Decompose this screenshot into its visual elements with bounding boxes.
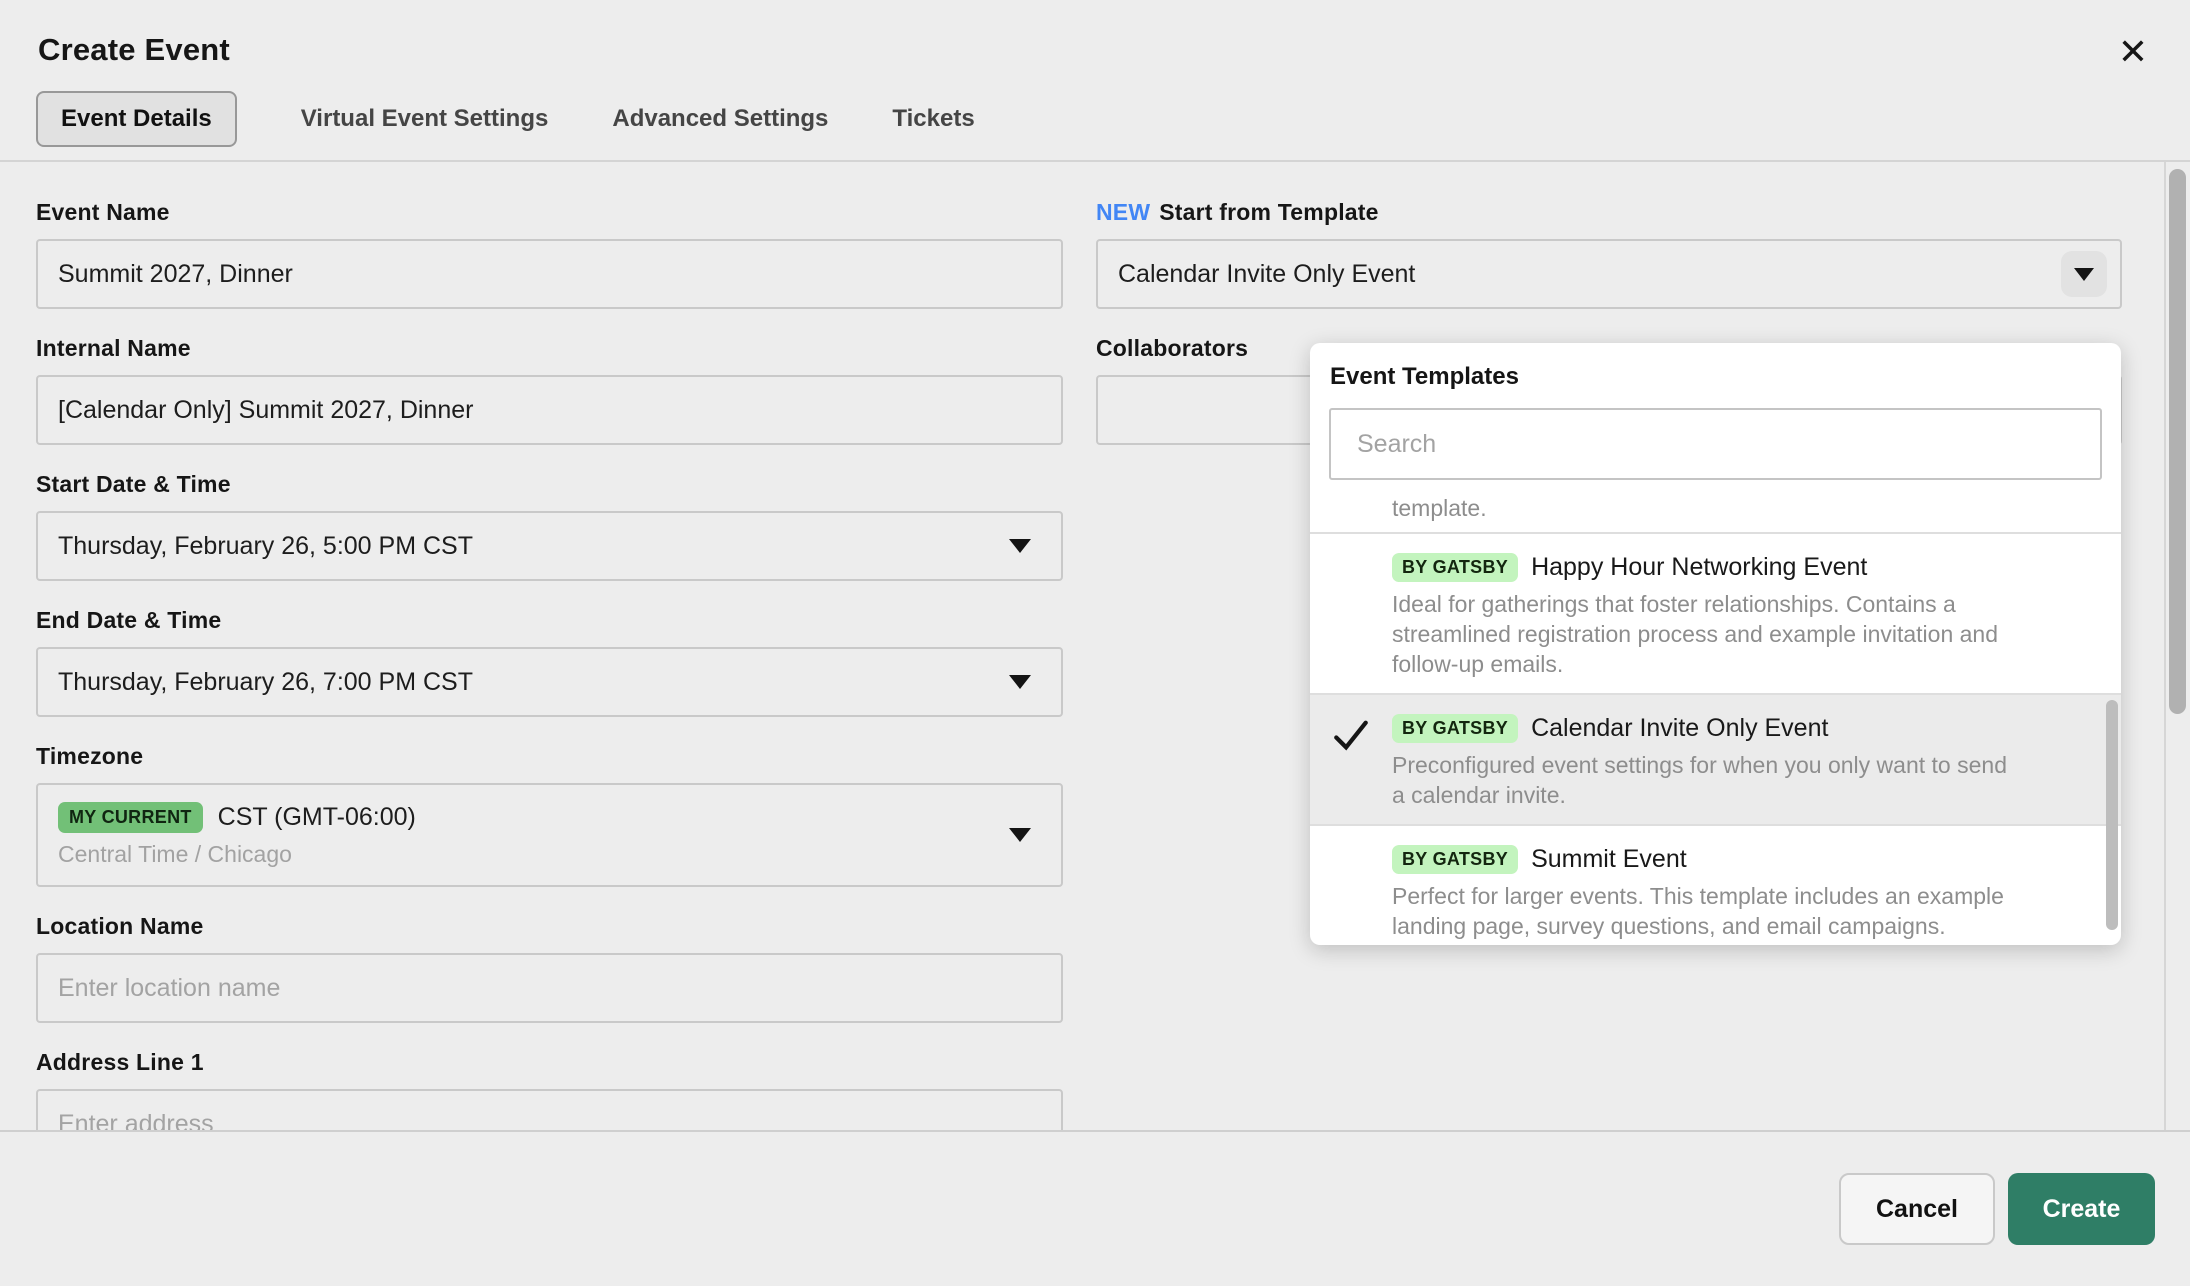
tab-advanced-settings[interactable]: Advanced Settings bbox=[612, 105, 828, 133]
timezone-value: CST (GMT-06:00) bbox=[218, 803, 416, 832]
event-name-input[interactable] bbox=[36, 239, 1063, 309]
internal-name-group: Internal Name bbox=[36, 335, 1063, 445]
modal-footer: Cancel Create bbox=[0, 1130, 2190, 1286]
modal-scrollbar-track[interactable] bbox=[2164, 162, 2190, 1130]
template-list: template. BY GATSBY Happy Hour Networkin… bbox=[1310, 494, 2121, 945]
template-item-summit[interactable]: BY GATSBY Summit Event Perfect for large… bbox=[1310, 824, 2121, 945]
my-current-badge: MY CURRENT bbox=[58, 802, 203, 833]
timezone-subtext: Central Time / Chicago bbox=[58, 841, 292, 868]
internal-name-input[interactable] bbox=[36, 375, 1063, 445]
by-gatsby-badge: BY GATSBY bbox=[1392, 845, 1518, 874]
template-item-description: Perfect for larger events. This template… bbox=[1392, 881, 2025, 941]
close-icon[interactable]: ✕ bbox=[2118, 34, 2148, 70]
template-select-value: Calendar Invite Only Event bbox=[1118, 260, 1415, 289]
popup-scrollbar-thumb[interactable] bbox=[2106, 700, 2118, 930]
tab-virtual-event-settings[interactable]: Virtual Event Settings bbox=[301, 105, 549, 133]
template-item-happy-hour[interactable]: BY GATSBY Happy Hour Networking Event Id… bbox=[1310, 532, 2121, 693]
page-title: Create Event bbox=[38, 32, 230, 68]
template-item-title: Summit Event bbox=[1531, 845, 1687, 874]
tab-tickets[interactable]: Tickets bbox=[892, 105, 974, 133]
timezone-group: Timezone MY CURRENT CST (GMT-06:00) Cent… bbox=[36, 743, 1063, 887]
cancel-button[interactable]: Cancel bbox=[1839, 1173, 1995, 1245]
location-name-label: Location Name bbox=[36, 913, 1063, 940]
timezone-select[interactable]: MY CURRENT CST (GMT-06:00) Central Time … bbox=[36, 783, 1063, 887]
popup-title: Event Templates bbox=[1330, 363, 2101, 391]
tab-event-details[interactable]: Event Details bbox=[36, 91, 237, 147]
template-item-title: Happy Hour Networking Event bbox=[1531, 553, 1867, 582]
by-gatsby-badge: BY GATSBY bbox=[1392, 553, 1518, 582]
location-name-group: Location Name bbox=[36, 913, 1063, 1023]
clipped-template-description: template. bbox=[1310, 494, 2121, 532]
end-datetime-value: Thursday, February 26, 7:00 PM CST bbox=[58, 668, 473, 697]
checkmark-icon bbox=[1331, 717, 1371, 758]
end-datetime-label: End Date & Time bbox=[36, 607, 1063, 634]
start-from-template-label: NEW Start from Template bbox=[1096, 199, 2122, 226]
start-from-template-label-text: Start from Template bbox=[1159, 199, 1378, 225]
end-datetime-group: End Date & Time Thursday, February 26, 7… bbox=[36, 607, 1063, 717]
modal-scrollbar-thumb[interactable] bbox=[2169, 169, 2186, 714]
location-name-input[interactable] bbox=[36, 953, 1063, 1023]
end-datetime-select[interactable]: Thursday, February 26, 7:00 PM CST bbox=[36, 647, 1063, 717]
template-select-caret-button[interactable] bbox=[2061, 251, 2107, 297]
start-datetime-select[interactable]: Thursday, February 26, 5:00 PM CST bbox=[36, 511, 1063, 581]
template-search-input[interactable] bbox=[1329, 408, 2102, 480]
new-badge: NEW bbox=[1096, 199, 1150, 225]
address-line1-group: Address Line 1 bbox=[36, 1049, 1063, 1130]
template-item-title: Calendar Invite Only Event bbox=[1531, 714, 1828, 743]
event-name-label: Event Name bbox=[36, 199, 1063, 226]
chevron-down-icon bbox=[1009, 675, 1031, 689]
address-line1-input[interactable] bbox=[36, 1089, 1063, 1130]
internal-name-label: Internal Name bbox=[36, 335, 1063, 362]
start-datetime-label: Start Date & Time bbox=[36, 471, 1063, 498]
chevron-down-icon bbox=[1009, 539, 1031, 553]
template-select[interactable]: Calendar Invite Only Event bbox=[1096, 239, 2122, 309]
start-datetime-group: Start Date & Time Thursday, February 26,… bbox=[36, 471, 1063, 581]
tab-bar: Event Details Virtual Event Settings Adv… bbox=[36, 92, 975, 146]
template-item-calendar-invite-only[interactable]: BY GATSBY Calendar Invite Only Event Pre… bbox=[1310, 693, 2121, 824]
template-item-description: Preconfigured event settings for when yo… bbox=[1392, 750, 2025, 810]
start-datetime-value: Thursday, February 26, 5:00 PM CST bbox=[58, 532, 473, 561]
start-from-template-group: NEW Start from Template Calendar Invite O… bbox=[1096, 199, 2122, 309]
event-templates-popup: Event Templates template. BY GATSBY Happ… bbox=[1310, 343, 2121, 945]
event-name-group: Event Name bbox=[36, 199, 1063, 309]
template-item-description: Ideal for gatherings that foster relatio… bbox=[1392, 589, 2025, 679]
timezone-label: Timezone bbox=[36, 743, 1063, 770]
chevron-down-icon bbox=[1009, 828, 1031, 842]
chevron-down-icon bbox=[2074, 268, 2094, 281]
create-button[interactable]: Create bbox=[2008, 1173, 2155, 1245]
form-left-column: Event Name Internal Name Start Date & Ti… bbox=[36, 199, 1063, 1130]
by-gatsby-badge: BY GATSBY bbox=[1392, 714, 1518, 743]
address-line1-label: Address Line 1 bbox=[36, 1049, 1063, 1076]
